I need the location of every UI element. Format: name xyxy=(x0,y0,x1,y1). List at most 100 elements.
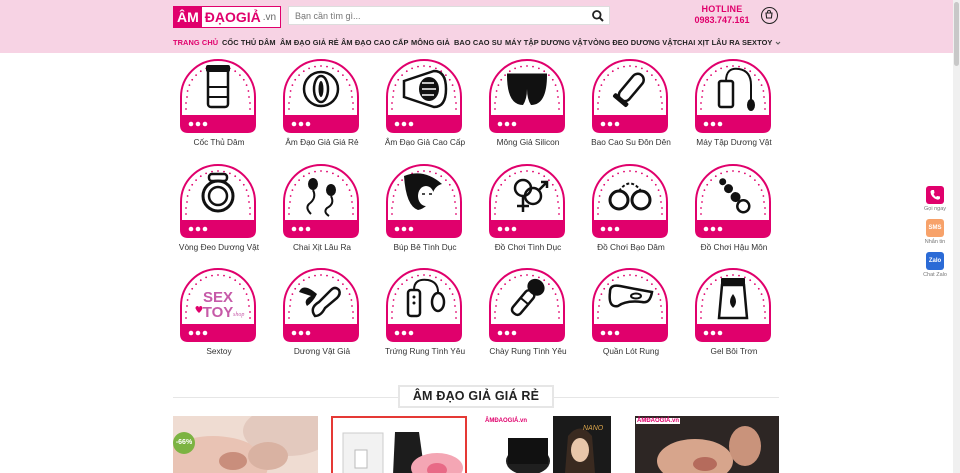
logo-part-1: ÂM xyxy=(174,7,202,27)
category-label: Gel Bôi Trơn xyxy=(710,346,758,356)
contact-zalo-label: Chat Zalo xyxy=(923,272,947,278)
category-label: Đồ Chơi Tình Dục xyxy=(494,242,562,252)
product-card[interactable]: ÂMĐAOGIẢ.vn NANO xyxy=(483,416,611,473)
category-label: Đồ Chơi Hậu Môn xyxy=(700,242,768,252)
category-label: Chai Xịt Lâu Ra xyxy=(292,242,352,252)
category-item[interactable]: Đồ Chơi Hậu Môn xyxy=(682,160,786,252)
category-item[interactable]: Búp Bê Tình Dục xyxy=(373,160,477,252)
category-item[interactable]: Quần Lót Rung xyxy=(579,264,683,356)
cart-button[interactable] xyxy=(761,7,778,24)
site-logo[interactable]: ÂM ĐẠOGIẢ .vn xyxy=(173,6,282,28)
nav-item-mong-gia[interactable]: MÔNG GIẢ xyxy=(411,38,450,47)
nav-item-vong-deo[interactable]: VÒNG ĐEO DƯƠNG VẬT xyxy=(588,38,677,47)
hotline[interactable]: HOTLINE 0983.747.161 xyxy=(694,4,750,26)
scrollbar-thumb[interactable] xyxy=(954,2,959,66)
category-label: Sextoy xyxy=(206,346,232,356)
search-icon[interactable] xyxy=(591,9,605,23)
search-input[interactable] xyxy=(295,10,585,22)
logo-part-3: .vn xyxy=(262,12,277,23)
vibrating-egg-icon xyxy=(386,268,462,342)
category-item[interactable]: Mông Giả Silicon xyxy=(476,55,580,147)
chevron-down-icon xyxy=(776,41,781,45)
doll-icon xyxy=(386,164,462,238)
category-label: Mông Giả Silicon xyxy=(496,137,560,147)
svg-text:TOY: TOY xyxy=(203,304,234,321)
category-item[interactable]: Máy Tập Dương Vật xyxy=(682,55,786,147)
sms-icon[interactable]: SMS xyxy=(926,219,944,237)
category-label: Quần Lót Rung xyxy=(602,346,660,356)
category-item[interactable]: Chày Rung Tình Yêu xyxy=(476,264,580,356)
category-item[interactable]: Âm Đạo Giả Cao Cấp xyxy=(373,55,477,147)
vagina-icon xyxy=(283,59,359,133)
product-card[interactable] xyxy=(331,416,467,473)
discount-badge: -66% xyxy=(173,432,195,454)
panty-icon xyxy=(592,268,668,342)
site-header: ÂM ĐẠOGIẢ .vn HOTLINE 0983.747.161 xyxy=(0,0,960,32)
product-brand: ÂMĐAOGIẢ.vn xyxy=(484,418,528,424)
masturbator-cup-icon xyxy=(180,59,256,133)
category-label: Chày Rung Tình Yêu xyxy=(489,346,567,356)
contact-zalo[interactable]: Zalo Chat Zalo xyxy=(922,252,948,278)
nav-item-am-dao-gia-re[interactable]: ÂM ĐẠO GIẢ RẺ xyxy=(280,38,339,47)
scrollbar[interactable] xyxy=(953,0,960,473)
nav-item-chai-xit[interactable]: CHAI XỊT LÂU RA xyxy=(677,38,740,47)
main-nav: TRANG CHỦ CỐC THỦ DÂM ÂM ĐẠO GIẢ RẺ ÂM Đ… xyxy=(0,32,960,53)
nav-item-bao-cao-su[interactable]: BAO CAO SU xyxy=(454,38,502,47)
contact-sms[interactable]: SMS Nhắn tin xyxy=(922,219,948,245)
product-card[interactable]: ÂMĐAOGIẢ.vn xyxy=(635,416,779,473)
category-item[interactable]: Đồ Chơi Tình Dục xyxy=(476,160,580,252)
section-title: ÂM ĐẠO GIẢ GIÁ RẺ xyxy=(398,385,554,408)
category-label: Dương Vật Giả xyxy=(293,346,351,356)
condom-icon xyxy=(592,59,668,133)
category-item[interactable]: Trứng Rung Tình Yêu xyxy=(373,264,477,356)
contact-sms-label: Nhắn tin xyxy=(924,239,946,245)
search-box xyxy=(288,6,610,25)
anal-beads-icon xyxy=(695,164,771,238)
product-brand-script: NANO xyxy=(583,425,604,432)
phone-icon[interactable] xyxy=(926,186,944,204)
product-image xyxy=(342,432,463,473)
lubricant-icon xyxy=(695,268,771,342)
category-item[interactable]: Dương Vật Giả xyxy=(270,264,374,356)
handcuffs-icon xyxy=(592,164,668,238)
category-item[interactable]: Đồ Chơi Bạo Dâm xyxy=(579,160,683,252)
category-item[interactable]: SEX TOY shop Sextoy xyxy=(167,264,271,356)
ring-icon xyxy=(180,164,256,238)
zalo-icon[interactable]: Zalo xyxy=(926,252,944,270)
category-label: Trứng Rung Tình Yêu xyxy=(384,346,466,356)
category-label: Âm Đạo Giả Cao Cấp xyxy=(384,137,466,147)
category-item[interactable]: Bao Cao Su Đôn Dên xyxy=(579,55,683,147)
nav-item-sextoy-label: SEXTOY xyxy=(742,38,773,47)
category-label: Cốc Thủ Dâm xyxy=(193,137,245,147)
category-item[interactable]: Gel Bôi Trơn xyxy=(682,264,786,356)
category-label: Âm Đạo Giả Giá Rẻ xyxy=(285,137,359,147)
svg-text:shop: shop xyxy=(233,312,244,318)
nav-item-sextoy[interactable]: SEXTOY xyxy=(742,38,781,47)
winged-dildo-icon xyxy=(283,268,359,342)
pump-icon xyxy=(695,59,771,133)
sperm-icon xyxy=(283,164,359,238)
nav-item-coc-thu-dam[interactable]: CỐC THỦ DÂM xyxy=(222,38,276,47)
category-item[interactable]: Cốc Thủ Dâm xyxy=(167,55,271,147)
product-image xyxy=(635,416,779,473)
product-brand: ÂMĐAOGIẢ.vn xyxy=(636,418,680,424)
category-label: Đồ Chơi Bạo Dâm xyxy=(597,242,665,252)
cart-icon xyxy=(765,10,773,19)
contact-call[interactable]: Gọi ngay xyxy=(922,186,948,212)
contact-call-label: Gọi ngay xyxy=(923,206,946,212)
category-label: Bao Cao Su Đôn Dên xyxy=(591,137,671,147)
nav-item-may-tap[interactable]: MÁY TẬP DƯƠNG VẬT xyxy=(505,38,587,47)
sextoy-logo-icon: SEXTOY shop xyxy=(180,268,256,342)
buttocks-icon xyxy=(489,59,565,133)
premium-vagina-icon xyxy=(386,59,462,133)
category-label: Vòng Đeo Dương Vật xyxy=(178,242,260,252)
product-card[interactable]: -66% xyxy=(173,416,318,473)
nav-item-home[interactable]: TRANG CHỦ xyxy=(173,38,218,47)
nav-item-am-dao-cao-cap[interactable]: ÂM ĐẠO CAO CẤP xyxy=(341,38,409,47)
category-item[interactable]: Chai Xịt Lâu Ra xyxy=(270,160,374,252)
logo-part-2: ĐẠOGIẢ xyxy=(204,9,261,25)
wand-icon xyxy=(489,268,565,342)
category-item[interactable]: Âm Đạo Giả Giá Rẻ xyxy=(270,55,374,147)
category-item[interactable]: Vòng Đeo Dương Vật xyxy=(167,160,271,252)
gender-icon xyxy=(489,164,565,238)
